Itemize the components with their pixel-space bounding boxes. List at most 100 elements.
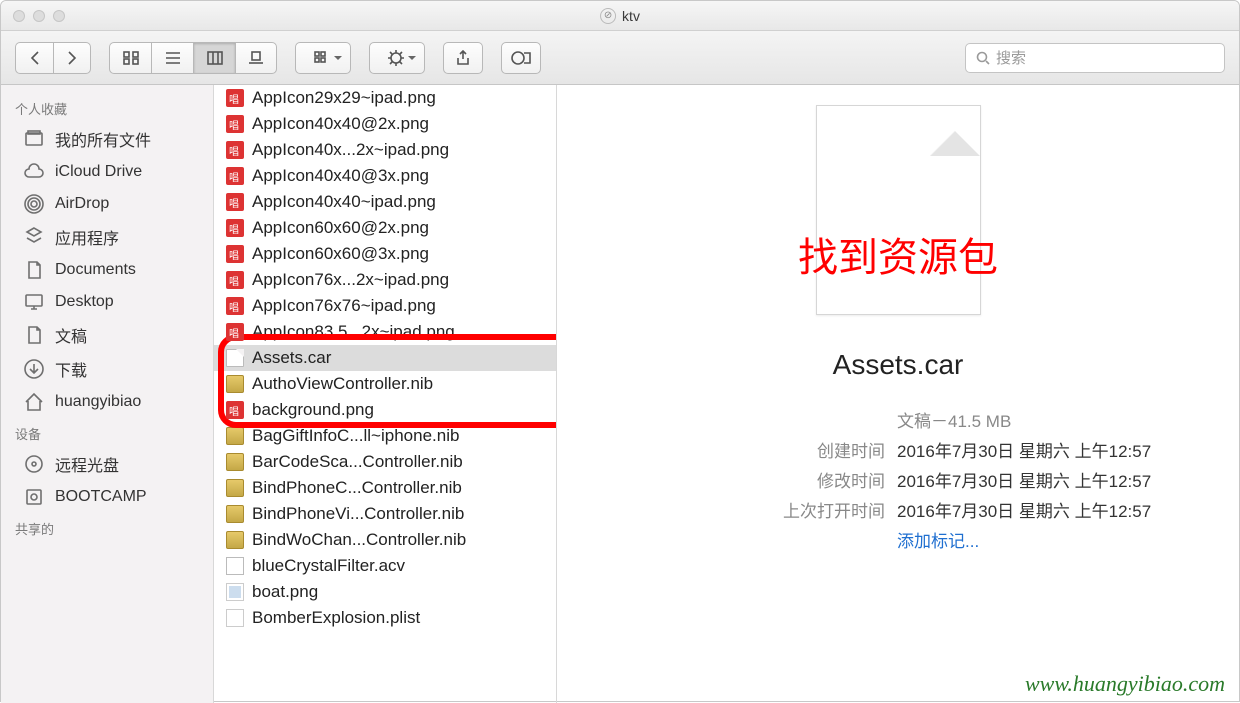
file-name: AppIcon40x40@3x.png — [252, 166, 429, 186]
file-row[interactable]: BindPhoneVi...Controller.nib — [214, 501, 556, 527]
file-kind-nib-icon — [226, 505, 244, 523]
hdd-icon — [23, 486, 45, 508]
sidebar-item[interactable]: 我的所有文件 — [1, 122, 213, 156]
file-row[interactable]: AppIcon76x...2x~ipad.png — [214, 267, 556, 293]
file-row[interactable]: AppIcon60x60@2x.png — [214, 215, 556, 241]
file-kind-pngimg-icon — [226, 583, 244, 601]
file-row[interactable]: AppIcon40x...2x~ipad.png — [214, 137, 556, 163]
body: 个人收藏我的所有文件 iCloud Drive AirDrop 应用程序 Documen… — [1, 85, 1239, 703]
file-row[interactable]: BagGiftInfoC...ll~iphone.nib — [214, 423, 556, 449]
window-title-group: ⊘ ktv — [600, 8, 640, 24]
file-row[interactable]: blueCrystalFilter.acv — [214, 553, 556, 579]
meta-created-row: 创建时间 2016年7月30日 星期六 上午12:57 — [597, 437, 1199, 467]
meta-created-label: 创建时间 — [597, 437, 897, 467]
tags-button[interactable] — [501, 42, 541, 74]
sidebar-header: 个人收藏 — [1, 93, 213, 122]
file-row[interactable]: AuthoViewController.nib — [214, 371, 556, 397]
file-row[interactable]: AppIcon76x76~ipad.png — [214, 293, 556, 319]
meta-created-value: 2016年7月30日 星期六 上午12:57 — [897, 437, 1151, 467]
sidebar: 个人收藏我的所有文件 iCloud Drive AirDrop 应用程序 Documen… — [1, 85, 214, 703]
sidebar-item[interactable]: BOOTCAMP — [1, 481, 213, 513]
sidebar-item[interactable]: 远程光盘 — [1, 447, 213, 481]
cloud-icon — [23, 161, 45, 183]
file-name: boat.png — [252, 582, 318, 602]
file-kind-acv-icon — [226, 557, 244, 575]
sidebar-item[interactable]: iCloud Drive — [1, 156, 213, 188]
sidebar-item-label: 远程光盘 — [55, 452, 119, 476]
file-name: BindPhoneC...Controller.nib — [252, 478, 462, 498]
file-row[interactable]: AppIcon40x40@3x.png — [214, 163, 556, 189]
watermark: www.huangyibiao.com — [1025, 671, 1225, 697]
file-kind-nib-icon — [226, 375, 244, 393]
file-row[interactable]: AppIcon29x29~ipad.png — [214, 85, 556, 111]
sidebar-item[interactable]: 下载 — [1, 352, 213, 386]
search-placeholder: 搜索 — [996, 47, 1026, 68]
file-kind-png-icon — [226, 271, 244, 289]
file-name: AppIcon76x...2x~ipad.png — [252, 270, 449, 290]
file-kind-png-icon — [226, 141, 244, 159]
sidebar-item-label: huangyibiao — [55, 393, 141, 411]
close-dot[interactable] — [13, 10, 25, 22]
file-name: BomberExplosion.plist — [252, 608, 420, 628]
zoom-dot[interactable] — [53, 10, 65, 22]
file-kind-png-icon — [226, 219, 244, 237]
meta-modified-label: 修改时间 — [597, 467, 897, 497]
meta-tags-row: 添加标记... — [597, 527, 1199, 557]
window-title: ktv — [622, 8, 640, 24]
file-row[interactable]: AppIcon60x60@3x.png — [214, 241, 556, 267]
file-row[interactable]: AppIcon40x40~ipad.png — [214, 189, 556, 215]
file-name: blueCrystalFilter.acv — [252, 556, 405, 576]
file-row[interactable]: AppIcon40x40@2x.png — [214, 111, 556, 137]
sidebar-item-label: 下载 — [55, 357, 87, 381]
file-row[interactable]: background.png — [214, 397, 556, 423]
sidebar-item[interactable]: AirDrop — [1, 188, 213, 220]
search-field[interactable]: 搜索 — [965, 43, 1225, 73]
file-row[interactable]: BindWoChan...Controller.nib — [214, 527, 556, 553]
file-row[interactable]: BarCodeSca...Controller.nib — [214, 449, 556, 475]
sidebar-header: 设备 — [1, 418, 213, 447]
file-row[interactable]: BomberExplosion.plist — [214, 605, 556, 631]
download-icon — [23, 358, 45, 380]
view-column-button[interactable] — [193, 42, 235, 74]
file-kind-png-icon — [226, 297, 244, 315]
file-name: AppIcon40x40@2x.png — [252, 114, 429, 134]
file-name: BarCodeSca...Controller.nib — [252, 452, 463, 472]
home-icon — [23, 391, 45, 413]
sidebar-item[interactable]: 文稿 — [1, 318, 213, 352]
view-list-button[interactable] — [151, 42, 193, 74]
back-button[interactable] — [15, 42, 53, 74]
file-row[interactable]: boat.png — [214, 579, 556, 605]
sidebar-item[interactable]: huangyibiao — [1, 386, 213, 418]
file-row[interactable]: Assets.car — [214, 345, 556, 371]
view-icon-button[interactable] — [109, 42, 151, 74]
doc-icon — [23, 324, 45, 346]
sidebar-item[interactable]: Documents — [1, 254, 213, 286]
action-button[interactable] — [369, 42, 425, 74]
disc-icon — [23, 453, 45, 475]
sidebar-item-label: 应用程序 — [55, 225, 119, 249]
file-name: BagGiftInfoC...ll~iphone.nib — [252, 426, 459, 446]
meta-kind-size: 文稿－41.5 MB — [897, 407, 1011, 437]
view-coverflow-button[interactable] — [235, 42, 277, 74]
meta-modified-row: 修改时间 2016年7月30日 星期六 上午12:57 — [597, 467, 1199, 497]
file-kind-nib-icon — [226, 453, 244, 471]
meta-opened-label: 上次打开时间 — [597, 497, 897, 527]
sidebar-item-label: Desktop — [55, 293, 114, 311]
doc-icon — [23, 259, 45, 281]
view-mode-segment — [109, 42, 277, 74]
file-row[interactable]: BindPhoneC...Controller.nib — [214, 475, 556, 501]
file-kind-nib-icon — [226, 479, 244, 497]
minimize-dot[interactable] — [33, 10, 45, 22]
forward-button[interactable] — [53, 42, 91, 74]
file-row[interactable]: AppIcon83.5...2x~ipad.png — [214, 319, 556, 345]
arrange-button[interactable] — [295, 42, 351, 74]
sidebar-item[interactable]: 应用程序 — [1, 220, 213, 254]
sidebar-header: 共享的 — [1, 513, 213, 542]
file-name: AppIcon60x60@3x.png — [252, 244, 429, 264]
finder-window: ⊘ ktv 搜索 个人收藏我的所有文件 iCloud Drive AirDrop 应用… — [0, 0, 1240, 702]
apps-icon — [23, 226, 45, 248]
sidebar-item[interactable]: Desktop — [1, 286, 213, 318]
share-button[interactable] — [443, 42, 483, 74]
add-tags-link[interactable]: 添加标记... — [897, 527, 979, 557]
sidebar-item-label: iCloud Drive — [55, 163, 142, 181]
